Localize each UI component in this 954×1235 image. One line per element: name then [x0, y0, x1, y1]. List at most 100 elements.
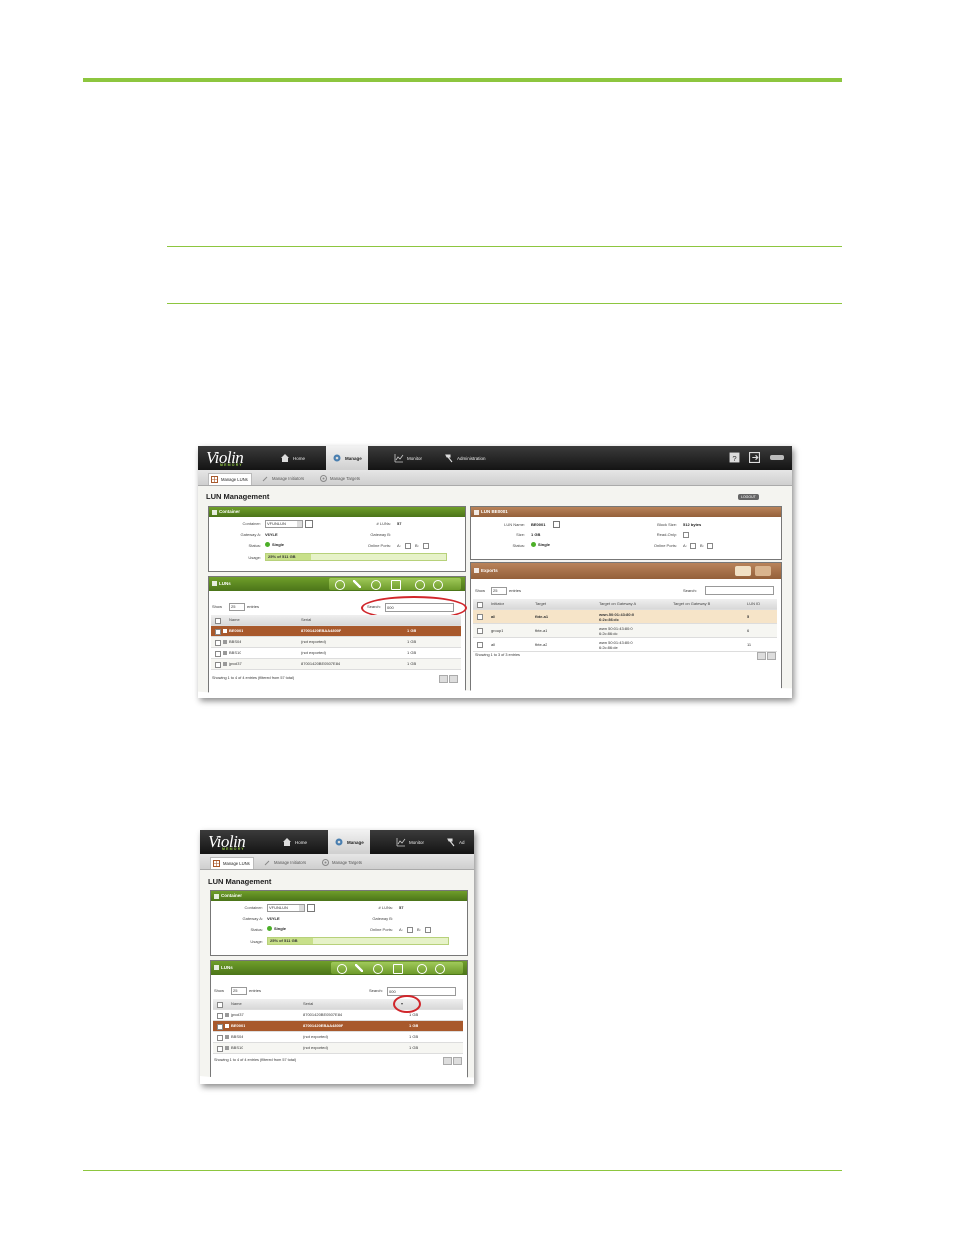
gear-icon [335, 838, 343, 846]
tab-manage-luns[interactable]: Manage LUNs [210, 857, 254, 869]
refresh-icon[interactable] [373, 964, 383, 974]
entries-select[interactable]: 25 [231, 987, 247, 995]
row-checkbox[interactable] [477, 642, 483, 648]
col-name[interactable]: Name [229, 615, 240, 625]
tab-manage-initiators-label: Manage Initiators [274, 860, 307, 865]
tab-manage-initiators[interactable]: Manage Initiators [262, 857, 309, 868]
port-b-checkbox[interactable] [423, 543, 429, 549]
nav-manage[interactable]: Manage [328, 830, 370, 854]
edit-container-icon[interactable] [307, 904, 315, 912]
logout-icon[interactable] [749, 452, 760, 463]
row-checkbox[interactable] [217, 1024, 223, 1030]
nav-home[interactable]: Home [274, 446, 311, 470]
row-checkbox[interactable] [215, 629, 221, 635]
col-lun-id[interactable]: LUN ID [747, 599, 760, 609]
edit-container-icon[interactable] [305, 520, 313, 528]
table-row[interactable]: all fbte-a2 wwn 50:01:43:80:0 6:2c:86:de 11 [473, 638, 777, 652]
row-checkbox[interactable] [215, 640, 221, 646]
container-select-value: VFUNLUN [267, 521, 286, 526]
nav-manage[interactable]: Manage [326, 446, 368, 470]
unexport-icon[interactable] [435, 964, 445, 974]
select-all-checkbox[interactable] [215, 618, 221, 624]
unexport-icon[interactable] [755, 566, 771, 576]
info-icon[interactable] [735, 566, 751, 576]
table-row[interactable]: jpvol37 87001420BE0507E84 1 GB [211, 659, 461, 670]
refresh-icon[interactable] [371, 580, 381, 590]
table-row[interactable]: BBS10 (not exported) 1 GB [211, 648, 461, 659]
edit-lun-icon[interactable] [553, 521, 560, 528]
table-row[interactable]: BBS10 (not exported) 1 GB [213, 1043, 463, 1054]
lun-icon [225, 1013, 229, 1017]
port-a-checkbox[interactable] [405, 543, 411, 549]
grid-icon [211, 476, 218, 483]
exports-prev-button[interactable] [757, 652, 766, 660]
hammer-icon [445, 454, 453, 463]
row-checkbox[interactable] [215, 662, 221, 668]
chevron-down-icon [297, 521, 302, 527]
lun-port-b-checkbox[interactable] [707, 543, 713, 549]
port-b-label: B: [417, 927, 421, 932]
table-row[interactable]: BE0001 87001420EBAA4800F 1 GB [213, 1021, 463, 1032]
col-target[interactable]: Target [535, 599, 546, 609]
row-checkbox[interactable] [215, 651, 221, 657]
exports-select-all-checkbox[interactable] [477, 602, 483, 608]
add-icon[interactable] [335, 580, 345, 590]
table-row[interactable]: BBS04 (not exported) 1 GB [213, 1032, 463, 1043]
col-serial[interactable]: Serial [303, 999, 313, 1009]
unexport-icon[interactable] [433, 580, 443, 590]
nav-administration-label: Ad [459, 839, 465, 845]
add-icon[interactable] [337, 964, 347, 974]
container-select[interactable]: VFUNLUN [265, 520, 303, 528]
col-target-gw-a[interactable]: Target on Gateway A [599, 599, 636, 609]
prev-page-button[interactable] [443, 1057, 452, 1065]
top-nav-bar: Violin MEMORY Home Manage Monitor Ad [200, 830, 474, 854]
port-a-checkbox[interactable] [407, 927, 413, 933]
row-checkbox[interactable] [217, 1046, 223, 1052]
logout-button[interactable]: LOGOUT [738, 494, 759, 500]
table-row[interactable]: jpvol37 87001420BE0507E84 1 GB [213, 1010, 463, 1021]
export-icon[interactable] [417, 964, 427, 974]
tab-manage-targets[interactable]: Manage Targets [320, 857, 365, 868]
export-icon[interactable] [415, 580, 425, 590]
row-checkbox[interactable] [477, 628, 483, 634]
exports-entries-select[interactable]: 25 [491, 587, 507, 595]
row-checkbox[interactable] [217, 1035, 223, 1041]
help-icon[interactable]: ? [729, 452, 740, 463]
col-serial[interactable]: Serial [301, 615, 311, 625]
table-row[interactable]: BE0001 87001420EBAA4800F 1 GB [211, 626, 461, 637]
nav-home[interactable]: Home [276, 830, 313, 854]
table-row[interactable]: group1 fbte-a1 wwn 50:01:43:80:0 6:2c:86:d… [473, 624, 777, 638]
col-initiator[interactable]: Initiator [491, 599, 504, 609]
lun-serial: 87001420BE0507E84 [301, 661, 341, 666]
exports-search-input[interactable] [705, 586, 774, 595]
search-input[interactable]: 000 [387, 987, 456, 996]
port-b-checkbox[interactable] [425, 927, 431, 933]
table-row[interactable]: BBS04 (not exported) 1 GB [211, 637, 461, 648]
status-text: Single [272, 542, 285, 547]
lun-name: BE0001 [231, 1023, 246, 1028]
read-only-checkbox[interactable] [683, 532, 689, 538]
row-checkbox[interactable] [477, 614, 483, 620]
edit-icon[interactable] [353, 580, 361, 588]
tab-manage-targets[interactable]: Manage Targets [318, 473, 363, 484]
next-page-button[interactable] [453, 1057, 462, 1065]
entries-select[interactable]: 25 [229, 603, 245, 611]
edit-icon[interactable] [355, 964, 363, 972]
tab-manage-luns[interactable]: Manage LUNs [208, 473, 252, 485]
tab-manage-initiators[interactable]: Manage Initiators [260, 473, 307, 484]
table-row[interactable]: all fbte-a1 wwn.50:01:43:80:0 6:2c:86:dc 5 [473, 610, 777, 624]
nav-administration[interactable]: Ad [440, 830, 471, 854]
nav-monitor[interactable]: Monitor [390, 830, 430, 854]
nav-administration[interactable]: Administration [438, 446, 492, 470]
select-all-checkbox[interactable] [217, 1002, 223, 1008]
col-target-gw-b[interactable]: Target on Gateway B [673, 599, 710, 609]
lun-serial: 87001420EBAA4800F [303, 1023, 344, 1028]
col-name[interactable]: Name [231, 999, 242, 1009]
delete-icon[interactable] [393, 964, 403, 974]
container-select[interactable]: VFUNLUN [267, 904, 305, 912]
lun-port-a-checkbox[interactable] [690, 543, 696, 549]
exports-next-button[interactable] [767, 652, 776, 660]
row-checkbox[interactable] [217, 1013, 223, 1019]
delete-icon[interactable] [391, 580, 401, 590]
nav-monitor[interactable]: Monitor [388, 446, 428, 470]
